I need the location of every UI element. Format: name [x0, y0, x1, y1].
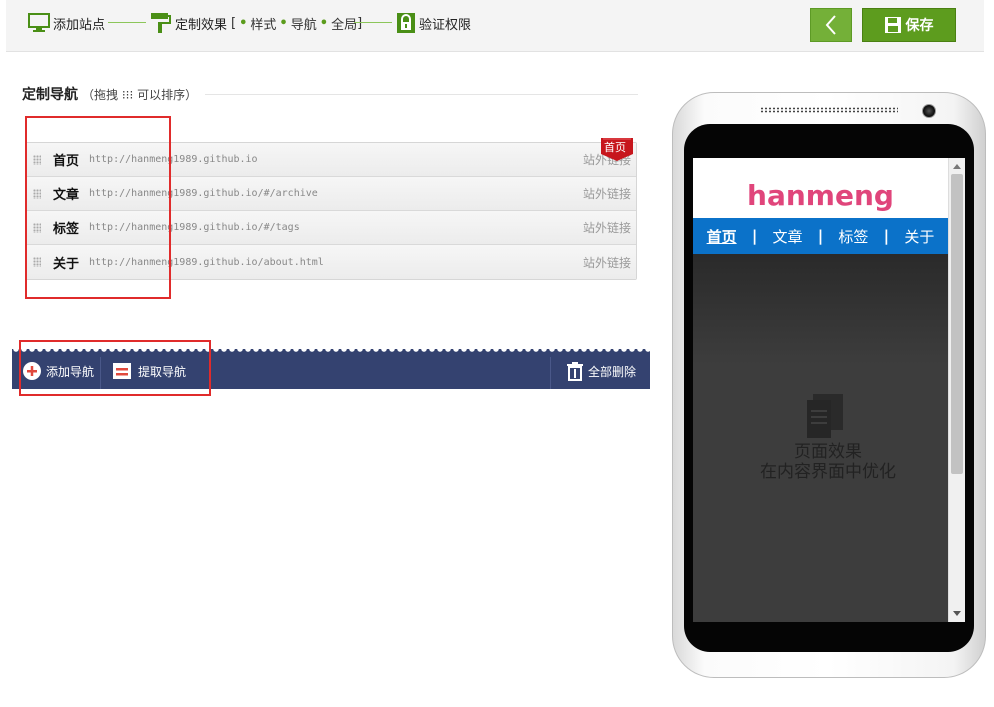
drag-handle-icon[interactable] — [33, 222, 41, 233]
nav-list: 首页 http://hanmeng1989.github.io 站外链接 文章 … — [25, 142, 637, 280]
extract-nav-label: 提取导航 — [138, 364, 187, 379]
step-add-site[interactable]: 添加站点 — [28, 12, 105, 34]
home-badge: 首页 — [599, 136, 635, 162]
preview-body: 页面效果 在内容界面中优化 — [693, 254, 948, 622]
step-customize-label: 定制效果 — [175, 17, 228, 33]
delete-all-button[interactable]: 全部删除 — [566, 357, 636, 385]
nav-item[interactable]: 关于 http://hanmeng1989.github.io/about.ht… — [26, 245, 636, 279]
bracket-close: ] — [357, 15, 363, 31]
preview-nav-item[interactable]: 文章 — [773, 226, 803, 247]
home-badge-label: 首页 — [604, 141, 626, 154]
nav-item[interactable]: 标签 http://hanmeng1989.github.io/#/tags 站… — [26, 211, 636, 245]
delete-all-label: 全部删除 — [588, 364, 637, 379]
preview-nav-item[interactable]: 标签 — [838, 226, 868, 247]
nav-item-type: 站外链接 — [582, 255, 631, 270]
preview-nav-separator: | — [817, 227, 824, 245]
wave-edge — [12, 349, 650, 354]
bullet-icon: • — [239, 15, 248, 31]
divider — [100, 357, 101, 389]
document-icon — [807, 394, 843, 438]
preview-nav: 首页 | 文章 | 标签 | 关于 — [693, 218, 948, 254]
sub-step-nav[interactable]: 导航 — [291, 14, 317, 33]
lock-icon — [397, 13, 415, 33]
step-add-site-label: 添加站点 — [53, 17, 106, 33]
drag-handle-icon[interactable] — [33, 188, 41, 199]
save-button[interactable]: 保存 — [862, 8, 956, 42]
preview-nav-separator: | — [883, 227, 890, 245]
nav-item-url: http://hanmeng1989.github.io/#/tags — [89, 222, 300, 233]
divider — [205, 93, 638, 95]
nav-item-name: 关于 — [53, 256, 80, 272]
section-hint: （拖拽 ⁝⁝⁝ 可以排序） — [82, 87, 198, 102]
section-header: 定制导航 （拖拽 ⁝⁝⁝ 可以排序） — [22, 84, 638, 104]
preview-message: 页面效果 在内容界面中优化 — [693, 442, 963, 482]
scroll-up-icon[interactable] — [953, 164, 961, 169]
extract-icon — [113, 363, 131, 379]
nav-item-name: 文章 — [53, 188, 80, 203]
chevron-left-icon — [825, 15, 836, 35]
preview-logo: hanmeng — [747, 178, 894, 212]
step-verify[interactable]: 验证权限 — [396, 12, 471, 34]
add-nav-label: 添加导航 — [46, 364, 95, 379]
drag-handle-icon[interactable] — [33, 257, 41, 267]
scrollbar[interactable] — [948, 158, 965, 622]
nav-item-url: http://hanmeng1989.github.io/#/archive — [89, 188, 318, 199]
camera-icon — [922, 104, 936, 118]
add-nav-button[interactable]: 添加导航 — [22, 357, 94, 385]
nav-item[interactable]: 首页 http://hanmeng1989.github.io 站外链接 — [26, 143, 636, 177]
bullet-icon: • — [319, 15, 329, 31]
step-connector — [354, 22, 392, 23]
step-verify-label: 验证权限 — [419, 17, 472, 33]
nav-item-type: 站外链接 — [582, 221, 631, 235]
nav-item[interactable]: 文章 http://hanmeng1989.github.io/#/archiv… — [26, 177, 636, 211]
nav-item-url: http://hanmeng1989.github.io — [89, 154, 258, 165]
monitor-icon — [28, 13, 50, 32]
scroll-thumb[interactable] — [951, 174, 963, 474]
speaker-grille — [760, 107, 898, 113]
nav-item-name: 标签 — [53, 222, 80, 237]
save-button-label: 保存 — [905, 18, 934, 34]
preview-nav-item[interactable]: 首页 — [707, 226, 737, 247]
action-bar: 添加导航 提取导航 全部删除 — [12, 349, 650, 389]
paint-roller-icon — [151, 13, 171, 33]
nav-item-name: 首页 — [53, 154, 80, 169]
preview-header: hanmeng — [693, 158, 948, 218]
preview-message-line2: 在内容界面中优化 — [760, 462, 896, 482]
preview-screen: hanmeng 首页 | 文章 | 标签 | 关于 页面效果 在内容界面中优化 — [693, 158, 965, 622]
preview-nav-item[interactable]: 关于 — [904, 226, 934, 247]
preview-nav-separator: | — [751, 227, 758, 245]
nav-item-url: http://hanmeng1989.github.io/about.html — [89, 256, 324, 268]
extract-nav-button[interactable]: 提取导航 — [112, 357, 186, 385]
trash-icon — [567, 362, 583, 381]
bracket-open: [ — [231, 15, 237, 31]
step-connector — [108, 22, 146, 23]
back-button[interactable] — [810, 8, 852, 42]
plus-circle-icon — [23, 362, 41, 380]
nav-item-type: 站外链接 — [582, 187, 631, 201]
scroll-down-icon[interactable] — [953, 611, 961, 616]
sub-step-style[interactable]: 样式 — [250, 14, 276, 33]
sub-step-global[interactable]: 全局 — [331, 14, 357, 33]
divider — [550, 357, 551, 389]
preview-message-line1: 页面效果 — [794, 442, 862, 462]
section-title: 定制导航 — [22, 87, 78, 103]
drag-handle-icon[interactable] — [33, 154, 41, 165]
step-customize[interactable]: 定制效果 [ • 样式 • 导航 • 全局 ] — [150, 12, 362, 34]
floppy-disk-icon — [884, 17, 901, 33]
step-bar: 添加站点 定制效果 [ • 样式 • 导航 • 全局 ] 验证权限 保存 — [6, 0, 984, 52]
bullet-icon: • — [279, 15, 288, 31]
